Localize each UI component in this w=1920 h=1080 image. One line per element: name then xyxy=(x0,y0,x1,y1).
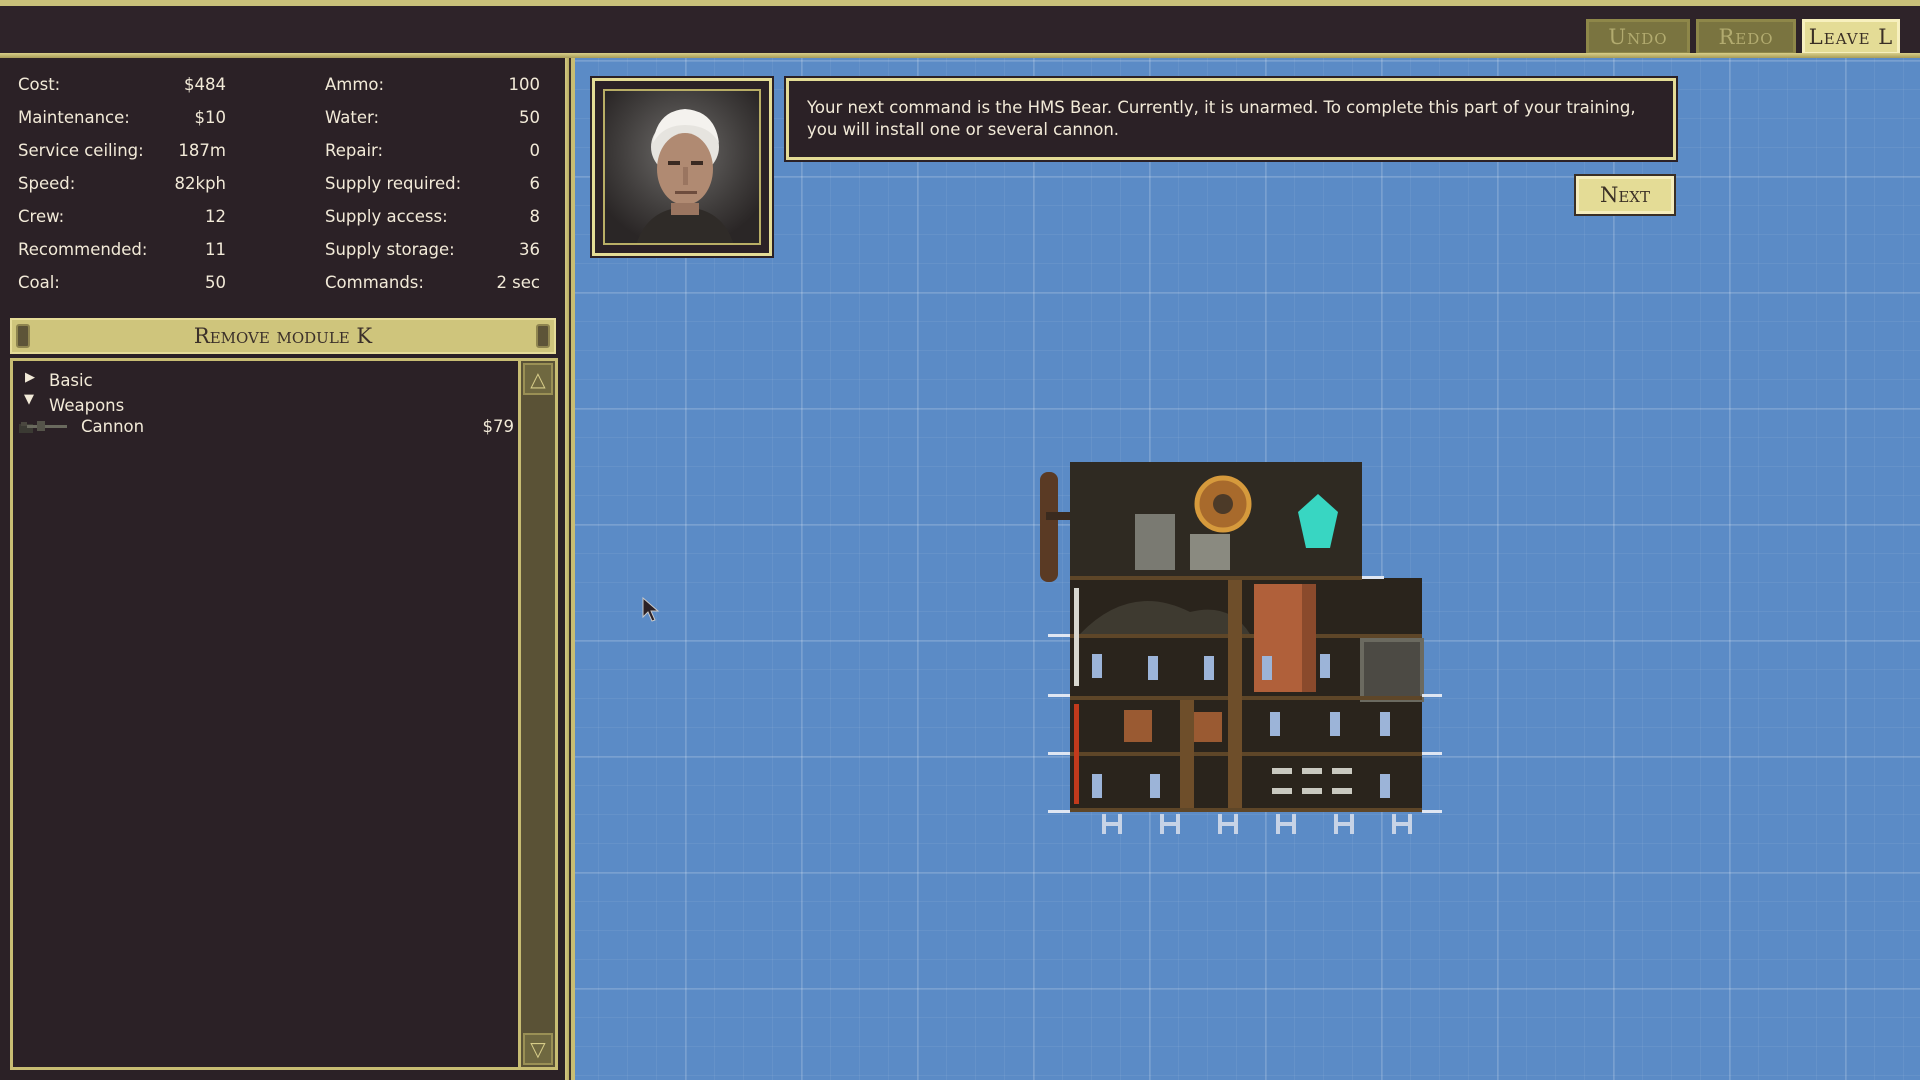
button-cap-left xyxy=(16,324,30,348)
stat-water: Water: 50 xyxy=(325,108,540,127)
stat-repair: Repair: 0 xyxy=(325,141,540,160)
stat-coal: Coal: 50 xyxy=(18,273,226,292)
mouse-cursor-icon xyxy=(642,597,660,622)
button-cap-right xyxy=(536,324,550,348)
stat-supply-required: Supply required: 6 xyxy=(325,174,540,193)
stats-left-column: Cost: $484 Maintenance: $10 Service ceilin… xyxy=(18,68,226,299)
portrait-frame xyxy=(590,76,774,258)
stat-cost: Cost: $484 xyxy=(18,75,226,94)
panel-divider xyxy=(565,58,575,1080)
stat-ammo: Ammo: 100 xyxy=(325,75,540,94)
top-toolbar: Undo Redo Leave L xyxy=(0,0,1920,58)
stats-right-column: Ammo: 100 Water: 50 Repair: 0 Supply requir… xyxy=(325,68,540,299)
module-list: ▶ Basic ▼ Weapons Cannon $79 xyxy=(10,358,518,1070)
module-price: $79 xyxy=(482,417,515,436)
category-weapons[interactable]: Weapons xyxy=(49,396,124,415)
remove-module-label: Remove module K xyxy=(193,324,373,348)
stat-maintenance: Maintenance: $10 xyxy=(18,108,226,127)
stat-supply-storage: Supply storage: 36 xyxy=(325,240,540,259)
stat-crew: Crew: 12 xyxy=(18,207,226,226)
dialog-text: Your next command is the HMS Bear. Curre… xyxy=(807,98,1636,139)
stat-service-ceiling: Service ceiling: 187m xyxy=(18,141,226,160)
propeller-icon xyxy=(1040,472,1058,582)
collapse-arrow-icon[interactable]: ▼ xyxy=(24,392,34,407)
commander-face-icon xyxy=(636,109,734,243)
module-name: Cannon xyxy=(81,417,145,436)
undo-button[interactable]: Undo xyxy=(1586,19,1690,55)
redo-button[interactable]: Redo xyxy=(1696,19,1796,55)
stat-speed: Speed: 82kph xyxy=(18,174,226,193)
scroll-down-button[interactable]: ▽ xyxy=(523,1033,553,1065)
commander-portrait xyxy=(603,89,761,245)
category-basic[interactable]: Basic xyxy=(49,371,93,390)
module-list-scrollbar[interactable]: △ ▽ xyxy=(518,358,558,1070)
next-button[interactable]: Next xyxy=(1574,174,1676,216)
tutorial-dialog: Your next command is the HMS Bear. Curre… xyxy=(784,76,1678,162)
module-item-cannon[interactable]: Cannon $79 xyxy=(19,417,514,441)
stat-supply-access: Supply access: 8 xyxy=(325,207,540,226)
stat-recommended: Recommended: 11 xyxy=(18,240,226,259)
expand-arrow-icon[interactable]: ▶ xyxy=(25,370,35,385)
stat-commands: Commands: 2 sec xyxy=(325,273,540,292)
remove-module-button[interactable]: Remove module K xyxy=(10,318,556,354)
leave-button[interactable]: Leave L xyxy=(1802,19,1900,55)
cannon-icon xyxy=(19,421,67,433)
airship-hms-bear[interactable] xyxy=(1040,462,1450,842)
scroll-up-button[interactable]: △ xyxy=(523,363,553,395)
